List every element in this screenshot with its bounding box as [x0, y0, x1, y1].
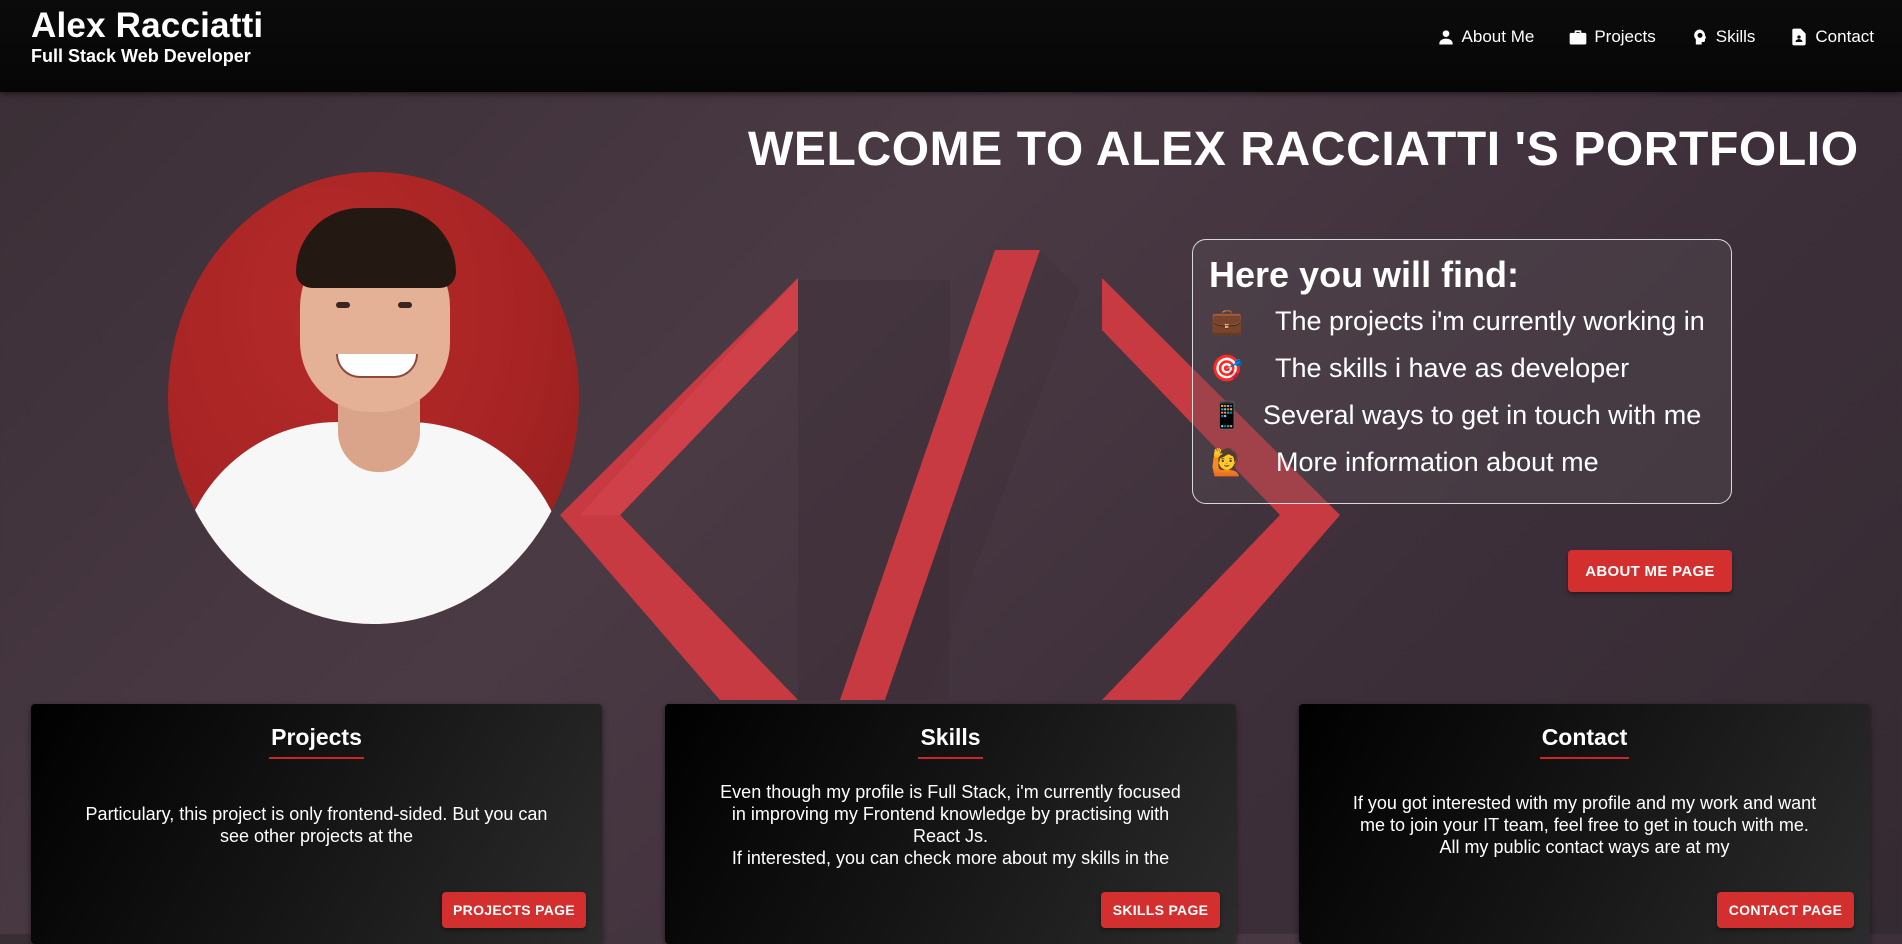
- info-item-contact: 📱 Several ways to get in touch with me: [1209, 400, 1701, 431]
- brand-subtitle: Full Stack Web Developer: [31, 46, 251, 66]
- info-title: Here you will find:: [1209, 254, 1520, 295]
- main-nav: About Me Projects Skills Contact: [1436, 24, 1874, 50]
- briefcase-icon: [1569, 30, 1587, 45]
- info-item-skills: 🎯 The skills i have as developer: [1209, 353, 1629, 384]
- mobile-phone-icon: 📱: [1210, 400, 1244, 430]
- nav-skills-label: Skills: [1715, 27, 1756, 46]
- info-item-projects: 💼 The projects i'm currently working in: [1209, 306, 1705, 337]
- card-title: Skills: [665, 724, 1236, 759]
- target-icon: 🎯: [1210, 353, 1244, 383]
- card-text: Particulary, this project is only fronte…: [85, 804, 548, 846]
- nav-projects-label: Projects: [1594, 27, 1656, 46]
- profile-photo: [168, 172, 579, 624]
- skills-card: Skills Even though my profile is Full St…: [665, 704, 1236, 944]
- info-item-text: More information about me: [1276, 447, 1599, 477]
- info-item-text: The skills i have as developer: [1275, 353, 1630, 383]
- brand-name[interactable]: Alex Racciatti: [31, 6, 263, 46]
- top-navbar: Alex Racciatti Full Stack Web Developer …: [0, 0, 1902, 92]
- skills-page-button[interactable]: Skills Page: [1101, 892, 1220, 928]
- about-me-page-button[interactable]: About Me Page: [1568, 550, 1732, 592]
- briefcase-icon: 💼: [1210, 306, 1244, 336]
- contact-page-icon: [1792, 28, 1807, 46]
- raising-hand-icon: 🙋: [1210, 447, 1244, 477]
- psychology-icon: [1693, 29, 1706, 45]
- nav-about-me-label: About Me: [1461, 27, 1535, 46]
- nav-projects[interactable]: Projects: [1568, 24, 1656, 50]
- contact-page-button[interactable]: Contact Page: [1717, 892, 1854, 928]
- nav-about-me[interactable]: About Me: [1436, 24, 1535, 50]
- card-text: Even though my profile is Full Stack, i'…: [720, 782, 1181, 868]
- info-item-about: 🙋 More information about me: [1209, 447, 1599, 478]
- nav-skills[interactable]: Skills: [1690, 24, 1756, 50]
- info-box: Here you will find: 💼 The projects i'm c…: [1192, 239, 1732, 504]
- info-item-text: The projects i'm currently working in: [1275, 306, 1705, 336]
- nav-contact-label: Contact: [1815, 27, 1874, 46]
- card-title: Projects: [31, 724, 602, 759]
- page-title: WELCOME TO ALEX RACCIATTI 'S PORTFOLIO: [748, 123, 1859, 176]
- card-title: Contact: [1299, 724, 1870, 759]
- projects-page-button[interactable]: Projects Page: [442, 892, 586, 928]
- person-icon: [1438, 30, 1453, 45]
- contact-card: Contact If you got interested with my pr…: [1299, 704, 1870, 944]
- card-text: If you got interested with my profile an…: [1352, 793, 1817, 857]
- nav-contact[interactable]: Contact: [1789, 24, 1874, 50]
- projects-card: Projects Particulary, this project is on…: [31, 704, 602, 944]
- info-item-text: Several ways to get in touch with me: [1263, 400, 1702, 430]
